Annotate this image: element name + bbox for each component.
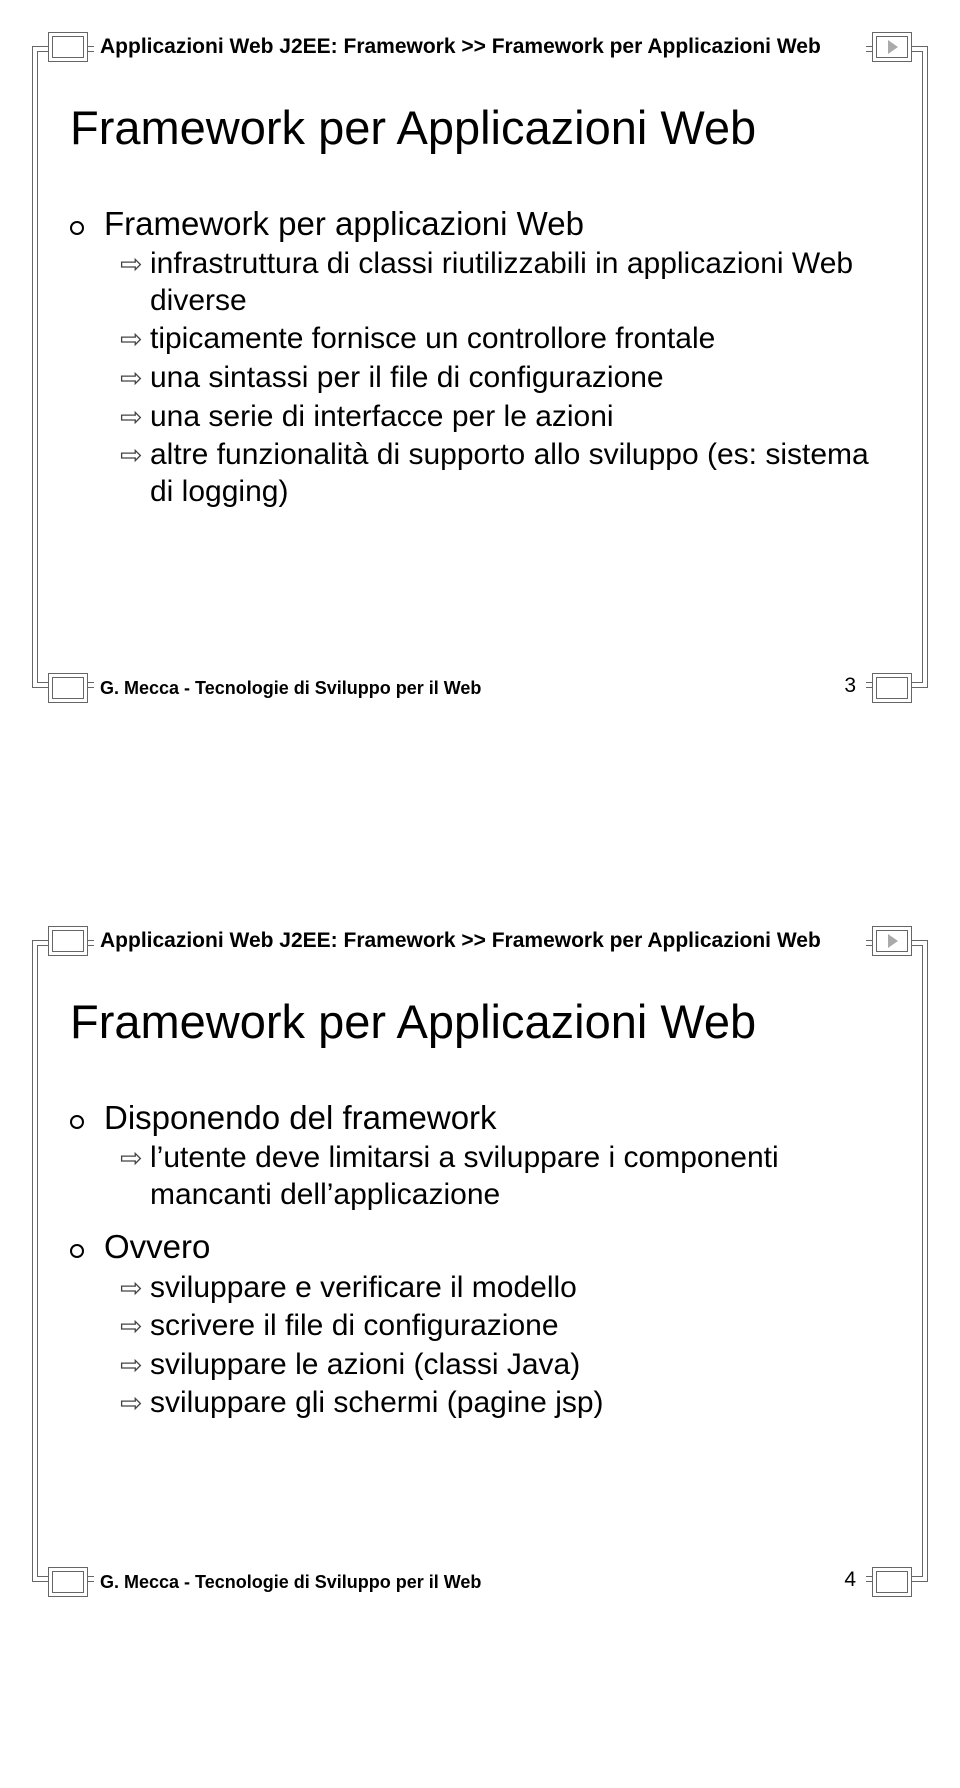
slide-footer: G. Mecca - Tecnologie di Sviluppo per il… <box>94 670 866 706</box>
arrow-icon: ⇨ <box>120 323 150 356</box>
slide-title: Framework per Applicazioni Web <box>70 994 890 1049</box>
page-number: 3 <box>840 674 860 698</box>
breadcrumb: Applicazioni Web J2EE: Framework >> Fram… <box>94 923 866 959</box>
breadcrumb-text: Applicazioni Web J2EE: Framework >> Fram… <box>100 35 821 59</box>
arrow-icon: ⇨ <box>120 1349 150 1382</box>
bullet-text: tipicamente fornisce un controllore fron… <box>150 321 890 358</box>
bullet-level1: Ovvero <box>70 1227 890 1267</box>
breadcrumb: Applicazioni Web J2EE: Framework >> Fram… <box>94 29 866 65</box>
arrow-icon: ⇨ <box>120 1387 150 1420</box>
bullet-level2: ⇨scrivere il file di configurazione <box>120 1308 890 1345</box>
arrow-icon: ⇨ <box>120 248 150 281</box>
arrow-icon: ⇨ <box>120 362 150 395</box>
arrow-icon: ⇨ <box>120 439 150 472</box>
bullet-text: Framework per applicazioni Web <box>104 204 890 244</box>
bullet-icon <box>70 1102 104 1139</box>
bullet-level1: Disponendo del framework <box>70 1098 890 1138</box>
footer-ornament-right <box>872 673 912 703</box>
footer-ornament-left <box>48 673 88 703</box>
slide-footer: G. Mecca - Tecnologie di Sviluppo per il… <box>94 1564 866 1600</box>
page-number: 4 <box>840 1568 860 1592</box>
bullet-level2: ⇨sviluppare gli schermi (pagine jsp) <box>120 1385 890 1422</box>
bullet-level2: ⇨una sintassi per il file di configurazi… <box>120 360 890 397</box>
bullet-text: infrastruttura di classi riutilizzabili … <box>150 246 890 319</box>
bullet-level2: ⇨l’utente deve limitarsi a sviluppare i … <box>120 1140 890 1213</box>
bullet-text: Disponendo del framework <box>104 1098 890 1138</box>
arrow-icon: ⇨ <box>120 1142 150 1175</box>
footer-ornament-left <box>48 1567 88 1597</box>
bullet-text: una serie di interfacce per le azioni <box>150 399 890 436</box>
bullet-text: l’utente deve limitarsi a sviluppare i c… <box>150 1140 890 1213</box>
bullet-text: Ovvero <box>104 1227 890 1267</box>
bullet-level1: Framework per applicazioni Web <box>70 204 890 244</box>
next-slide-button[interactable] <box>872 32 912 62</box>
footer-ornament-right <box>872 1567 912 1597</box>
header-ornament-left <box>48 926 88 956</box>
bullet-text: sviluppare e verificare il modello <box>150 1270 890 1307</box>
slide-body: Disponendo del framework ⇨l’utente deve … <box>70 1084 890 1422</box>
footer-text: G. Mecca - Tecnologie di Sviluppo per il… <box>100 678 481 699</box>
bullet-level2: ⇨una serie di interfacce per le azioni <box>120 399 890 436</box>
header-ornament-left <box>48 32 88 62</box>
bullet-text: sviluppare le azioni (classi Java) <box>150 1347 890 1384</box>
play-icon <box>888 40 898 54</box>
slide: Applicazioni Web J2EE: Framework >> Fram… <box>0 0 960 720</box>
bullet-text: una sintassi per il file di configurazio… <box>150 360 890 397</box>
arrow-icon: ⇨ <box>120 401 150 434</box>
bullet-level2: ⇨infrastruttura di classi riutilizzabili… <box>120 246 890 319</box>
slide: Applicazioni Web J2EE: Framework >> Fram… <box>0 894 960 1614</box>
bullet-icon <box>70 1231 104 1268</box>
arrow-icon: ⇨ <box>120 1272 150 1305</box>
bullet-text: sviluppare gli schermi (pagine jsp) <box>150 1385 890 1422</box>
footer-text: G. Mecca - Tecnologie di Sviluppo per il… <box>100 1572 481 1593</box>
bullet-level2: ⇨altre funzionalità di supporto allo svi… <box>120 437 890 510</box>
slide-title: Framework per Applicazioni Web <box>70 100 890 155</box>
bullet-level2: ⇨sviluppare le azioni (classi Java) <box>120 1347 890 1384</box>
slide-body: Framework per applicazioni Web ⇨infrastr… <box>70 190 890 510</box>
bullet-icon <box>70 208 104 245</box>
breadcrumb-text: Applicazioni Web J2EE: Framework >> Fram… <box>100 929 821 953</box>
arrow-icon: ⇨ <box>120 1310 150 1343</box>
bullet-text: scrivere il file di configurazione <box>150 1308 890 1345</box>
play-icon <box>888 934 898 948</box>
bullet-level2: ⇨tipicamente fornisce un controllore fro… <box>120 321 890 358</box>
next-slide-button[interactable] <box>872 926 912 956</box>
bullet-text: altre funzionalità di supporto allo svil… <box>150 437 890 510</box>
bullet-level2: ⇨sviluppare e verificare il modello <box>120 1270 890 1307</box>
